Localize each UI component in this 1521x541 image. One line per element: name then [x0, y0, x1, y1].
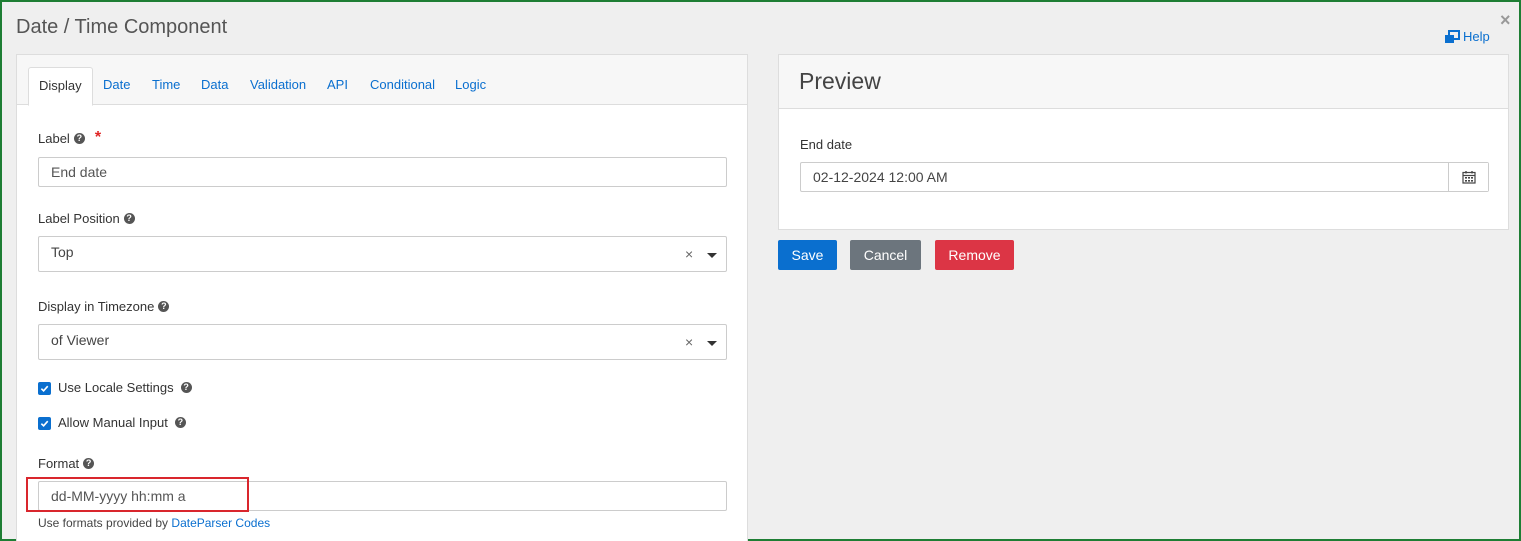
tab-display[interactable]: Display: [28, 67, 93, 106]
manual-input-checkbox[interactable]: [38, 417, 51, 430]
use-locale-label: Use Locale Settings: [58, 379, 174, 395]
format-label: Format ?: [38, 456, 95, 471]
preview-field-label: End date: [800, 137, 853, 152]
label-position-select[interactable]: Top ×: [38, 236, 727, 272]
remove-button[interactable]: Remove: [935, 240, 1014, 270]
tab-conditional[interactable]: Conditional: [360, 67, 445, 105]
calendar-button[interactable]: [1448, 163, 1488, 191]
tab-time[interactable]: Time: [142, 67, 190, 105]
label-position-text: Label Position: [38, 211, 120, 226]
calendar-icon: [1461, 171, 1476, 184]
format-text: Format: [38, 456, 80, 471]
format-help: Use formats provided by DateParser Codes: [38, 516, 270, 530]
clear-icon[interactable]: ×: [685, 334, 693, 350]
edit-panel: Display Date Time Data Validation API Co…: [16, 54, 748, 541]
clear-icon[interactable]: ×: [685, 246, 693, 262]
use-locale-row[interactable]: Use Locale Settings ?: [38, 379, 192, 395]
question-circle-icon[interactable]: ?: [174, 416, 186, 428]
tab-date[interactable]: Date: [93, 67, 140, 105]
preview-date-value: 02-12-2024 12:00 AM: [813, 169, 948, 185]
tab-validation[interactable]: Validation: [240, 67, 316, 105]
question-circle-icon[interactable]: ?: [83, 458, 95, 469]
caret-down-icon[interactable]: [707, 253, 717, 258]
cancel-button[interactable]: Cancel: [850, 240, 921, 270]
preview-panel: Preview End date 02-12-2024 12:00 AM: [778, 54, 1509, 230]
caret-down-icon[interactable]: [707, 341, 717, 346]
tab-data[interactable]: Data: [191, 67, 238, 105]
dialog-title: Date / Time Component: [16, 16, 228, 38]
check-icon: [40, 420, 49, 428]
label-text: Label: [38, 130, 70, 146]
help-link[interactable]: Help: [1444, 29, 1490, 44]
manual-input-label: Allow Manual Input: [58, 414, 168, 430]
question-circle-icon[interactable]: ?: [123, 213, 135, 224]
label-field-label: Label ? *: [38, 129, 101, 147]
label-position-value: Top: [51, 244, 74, 260]
dateparser-codes-link[interactable]: DateParser Codes: [171, 516, 270, 530]
timezone-select[interactable]: of Viewer ×: [38, 324, 727, 360]
timezone-label: Display in Timezone ?: [38, 299, 170, 314]
question-circle-icon[interactable]: ?: [73, 132, 85, 144]
tab-bar: Display Date Time Data Validation API Co…: [17, 55, 747, 106]
question-circle-icon[interactable]: ?: [180, 381, 192, 393]
use-locale-checkbox[interactable]: [38, 382, 51, 395]
check-icon: [40, 385, 49, 393]
format-help-prefix: Use formats provided by: [38, 516, 169, 530]
timezone-text: Display in Timezone: [38, 299, 155, 314]
tab-logic[interactable]: Logic: [445, 67, 496, 105]
preview-date-input[interactable]: 02-12-2024 12:00 AM: [800, 162, 1489, 192]
close-button[interactable]: ×: [1500, 10, 1511, 31]
save-button[interactable]: Save: [778, 240, 837, 270]
required-star: *: [94, 129, 102, 146]
tab-api[interactable]: API: [317, 67, 358, 105]
timezone-value: of Viewer: [51, 332, 110, 348]
label-input[interactable]: [38, 157, 727, 187]
manual-input-row[interactable]: Allow Manual Input ?: [38, 414, 186, 430]
label-position-label: Label Position ?: [38, 211, 135, 226]
format-highlight: [26, 477, 249, 512]
help-window-icon: [1445, 29, 1460, 43]
question-circle-icon[interactable]: ?: [158, 301, 170, 312]
preview-title: Preview: [779, 55, 1508, 109]
help-link-label: Help: [1463, 29, 1490, 44]
